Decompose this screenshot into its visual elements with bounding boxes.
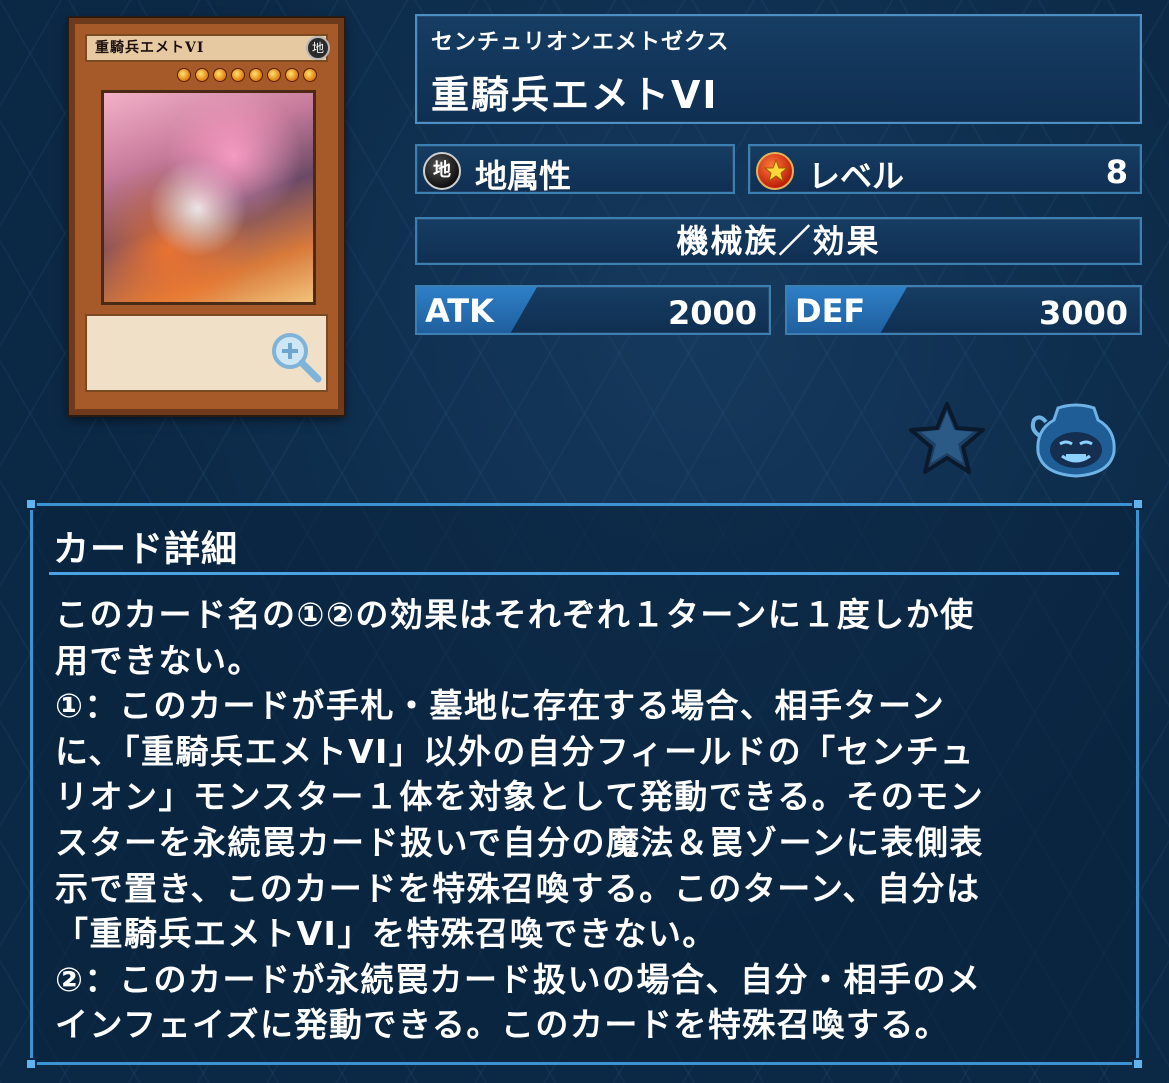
level-star [267,68,281,82]
level-panel: レベル 8 [748,144,1142,195]
effect-line: ①：このカードが手札・墓地に存在する場合、相手ターン [55,686,946,726]
atk-panel: ATK 2000 [415,285,771,335]
magnifier-plus-icon[interactable] [268,329,324,385]
level-star [249,68,263,82]
level-star-icon [756,152,794,190]
level-label: レベル [808,157,905,195]
earth-attribute-icon: 地 [423,152,461,190]
level-value: 8 [1105,153,1128,191]
card-details-panel[interactable]: カード詳細 このカード名の①②の効果はそれぞれ１ターンに１度しか使 用できない。… [25,498,1144,1070]
type-panel: 機械族／効果 [415,217,1142,265]
card-image[interactable]: 重騎兵エメトVI 地 [69,18,344,415]
card-ruby: センチュリオンエメトゼクス [431,30,730,55]
card-title-panel: センチュリオンエメトゼクス 重騎兵エメトVI [415,14,1142,124]
card-artwork [101,90,316,305]
atk-label: ATK [425,292,494,330]
effect-line: スターを永続罠カード扱いで自分の魔法＆罠ゾーンに表側表 [55,822,984,862]
level-star [231,68,245,82]
monster-type: 機械族／効果 [676,222,881,260]
effect-line: 「重騎兵エメトVI」を特殊召喚できない。 [55,914,717,954]
level-star [195,68,209,82]
atk-tag: ATK [417,287,537,333]
def-tag: DEF [787,287,907,333]
def-value: 3000 [1038,294,1128,332]
card-image-name: 重騎兵エメトVI [85,34,328,62]
card-effect-text: このカード名の①②の効果はそれぞれ１ターンに１度しか使 用できない。 ①：このカ… [55,592,1115,1048]
atk-value: 2000 [667,294,757,332]
card-name: 重騎兵エメトVI [431,73,719,117]
def-panel: DEF 3000 [785,285,1142,335]
pot-of-greed-icon[interactable] [1028,400,1124,480]
attribute-panel: 地 地属性 [415,144,735,195]
divider [49,572,1119,575]
star-icon[interactable] [907,400,987,476]
card-image-level-stars [167,68,317,84]
card-image-attribute-icon: 地 [306,36,330,60]
card-details-title: カード詳細 [53,529,239,570]
corner-ornament [1132,1058,1144,1070]
level-star [303,68,317,82]
def-label: DEF [795,292,866,330]
corner-ornament [25,1058,37,1070]
corner-ornament [1132,498,1144,510]
effect-line: 示で置き、このカードを特殊召喚する。このターン、自分は [55,868,981,908]
effect-line: このカード名の①②の効果はそれぞれ１ターンに１度しか使 [55,595,975,634]
effect-line: リオン」モンスター１体を対象として発動できる。そのモン [55,777,985,817]
effect-line: ②：このカードが永続罠カード扱いの場合、自分・相手のメ [55,959,982,999]
level-star [177,68,191,82]
attribute-label: 地属性 [475,157,572,195]
level-star [285,68,299,82]
effect-line: に、「重騎兵エメトVI」以外の自分フィールドの「センチュ [55,731,975,771]
level-star [213,68,227,82]
corner-ornament [25,498,37,510]
effect-line: 用できない。 [55,640,262,680]
effect-line: インフェイズに発動できる。このカードを特殊召喚する。 [55,1005,950,1045]
